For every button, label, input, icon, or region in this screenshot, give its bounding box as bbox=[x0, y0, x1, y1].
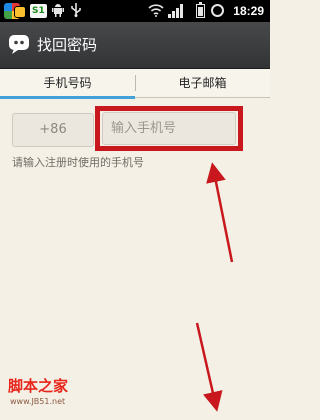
arrow-up bbox=[206, 162, 234, 263]
annotation-arrows bbox=[195, 162, 234, 412]
watermark-url: www.JB51.net bbox=[10, 397, 66, 406]
arrow-down bbox=[195, 322, 223, 412]
watermark-title: 脚本之家 bbox=[8, 377, 69, 395]
